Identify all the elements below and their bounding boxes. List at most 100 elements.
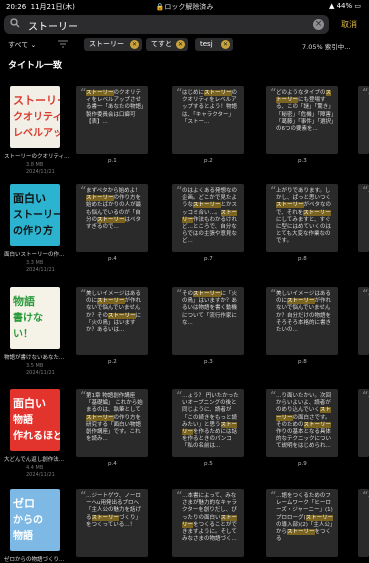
snippet-text: そのストーリーに「火の鳥」はいますか？あるいは物語を書く動機について「流行作家に… [182,291,238,326]
snippet-text: どのようなタイプのストーリーにも登場する、この「謎」「驚き」「秘密」「危機」「障… [276,90,334,133]
book-meta: 3.3 MB 2024/11/21 [26,260,55,274]
snippet-text: 美しいイメージはあるのにストーリーが作れないで悩んでいませんか？自分だけの物語を… [276,291,332,334]
book-date: 2024/11/21 [26,267,55,273]
book-name[interactable]: 面白いストーリーの作... [4,250,70,258]
book-cover[interactable]: ゼロ からの 物語 [10,489,60,551]
cover-title-line: ストーリー [13,210,60,221]
snippet-card[interactable]: “…り面いたかい。次回からいよいよ、読者がのめり込んでいくストーリーの面白さです… [266,389,338,457]
page-number: p.3 [298,158,307,164]
book-name[interactable]: ストーリーのクオリティ... [4,152,70,160]
cover-title-line: からの [13,515,43,526]
book-size: 3.3 MB [26,260,44,266]
book-cover[interactable]: ストーリーのクオリティをレベルアップ [10,86,60,148]
book-meta: 3.8 MB 2024/11/21 [26,162,55,176]
highlight-match: ストーリー [276,90,332,104]
snippet-card[interactable]: “はじめにストーリーのクオリティをレベルアップするとよう！物語は、「キャラクター… [172,86,244,154]
book-name[interactable]: 物語が書けないあなた... [4,353,70,361]
highlight-match: ストーリー [303,209,331,216]
page-number: p.4 [108,461,117,467]
book-cover[interactable]: 面白い 物語 作れるほど [10,389,60,451]
chip-remove-icon[interactable]: ✕ [221,40,230,49]
highlight-match: ストーリー [108,312,136,319]
snippet-text: …り面いたかい。次回からいよいよ、読者がのめり込んでいくストーリーの面白さです。… [276,393,332,450]
page-number: p.7 [204,256,213,262]
cover-title-line: 面白い [13,397,46,410]
snippet-card[interactable]: “美しいイメージはあるのにストーリーが作れないで悩んでいませんか？自分だけの物語… [266,287,338,355]
highlight-match: ストーリー [182,209,238,223]
snippet-card[interactable]: “…本書によって、みなさまが魅力的なキャラクターを創りだし、ぴったりの面白いスト… [172,489,244,557]
book-size: 4.4 MB [26,465,44,471]
snippet-text: 上がりであります。しかし、ぱっと思いつくストーリーがペタなので、それをストーリー… [276,188,332,245]
snippet-card[interactable]: “…語をつくるためのフレームワーク「ヒーローズ・ジャーニー」(1) プロローグ(… [266,489,338,557]
snippet-card[interactable]: “第1章 物語創作講座「基礎編」 これから始まるのは、執筆としてストーリーの作り… [76,389,148,457]
snippet-card[interactable]: “… [358,86,369,154]
cover-title-line: 物語 [13,295,35,308]
snippet-text: まずペタから始めよ！ストーリーの作り方を始めたばかりの人が最も悩んでいるのが「自… [86,188,142,231]
cover-title-line: の作り方 [13,226,53,237]
highlight-match: ストーリー [305,514,334,521]
chip-remove-icon[interactable]: ✕ [176,40,185,49]
snippet-text: 第1章 物語創作講座「基礎編」 これから始まるのは、執筆としてストーリーの作り方… [86,393,143,443]
page-number: p.2 [204,158,213,164]
cover-title-line: 書けな [13,313,43,324]
highlight-match: ストーリー [303,421,332,428]
cover-title-line: ゼロ [13,497,35,510]
highlight-match: ストーリー [91,514,120,521]
snippet-card[interactable]: “ストーリーのクオリティをレベルアップさせる書一「あなたの物語」製作委員会は口癖… [76,86,148,154]
highlight-match: ストーリー [182,514,238,528]
snippet-card[interactable]: “上がりであります。しかし、ぱっと思いつくストーリーがペタなので、それをストーリ… [266,184,338,252]
search-input[interactable]: ストーリー × [4,15,329,34]
chip-2[interactable]: tesj ✕ [195,38,233,51]
cover-title-line: レベルアップ [13,128,60,139]
snippet-card[interactable]: “まずペタから始めよ！ストーリーの作り方を始めたばかりの人が最も悩んでいるのが「… [76,184,148,252]
page-number: p.2 [108,359,117,365]
snippet-card[interactable]: “どのようなタイプのストーリーにも登場する、この「謎」「驚き」「秘密」「危機」「… [266,86,338,154]
highlight-match: ストーリー [287,529,315,536]
snippet-card[interactable]: “のはよくある発想なの企画。どこかで見たようなストーリーとかスッコミ合い…。スト… [172,184,244,252]
snippet-text: のはよくある発想なの企画。どこかで見たようなストーリーとかスッコミ合い…。ストー… [182,188,238,245]
snippet-card[interactable]: “そのストーリーに「火の鳥」はいますか？あるいは物語を書く動機について「流行作家… [172,287,244,355]
page-number: p.9 [298,461,307,467]
book-cover[interactable]: 物語 書けな い！ [10,287,60,349]
cancel-button[interactable]: 取消 [341,19,357,30]
book-date: 2024/11/21 [26,472,55,478]
search-query: ストーリー [28,22,78,33]
highlight-match: ストーリー [193,202,221,209]
page-number: p.4 [108,256,117,262]
chip-1[interactable]: てすと ✕ [146,38,188,51]
snippet-card[interactable]: “… [358,287,369,355]
book-date: 2024/11/21 [26,370,55,376]
filter-icon[interactable] [58,40,68,48]
snippet-text: 美しいイメージはあるのにストーリーが作れないで悩んでいませんか？そのストーリーに… [86,291,142,334]
snippet-card[interactable]: “…ょう？ 円いたかったいオープニングの後と同じように、読者が「この続きをもっと… [172,389,244,457]
highlight-match: ストーリー [86,414,114,421]
cover-title-line: ストーリーの [13,94,60,107]
snippet-card[interactable]: “美しいイメージはあるのにストーリーが作れないで悩んでいませんか？そのストーリー… [76,287,148,355]
snippet-card[interactable]: “… [358,184,369,252]
page-number: p.8 [298,256,307,262]
snippet-card[interactable]: “… [358,389,369,457]
cover-title-line: 物語 [13,531,33,542]
snippet-card[interactable]: “… [358,489,369,557]
snippet-text: ストーリーのクオリティをレベルアップさせる書一「あなたの物語」製作委員会は口癖可… [86,90,144,125]
clear-icon[interactable]: × [313,19,324,30]
indexing-progress: 7.05% 索引中... [302,43,351,51]
search-icon [10,18,20,28]
snippet-card[interactable]: “…ジートゲウ、ノーローヘu用発出るプロヘ「主人公の魅力を話げるストーリーづくり… [76,489,148,557]
cover-title-line: 面白い [13,192,46,205]
status-lock: 🔒ロック解除済み [155,3,214,11]
chip-remove-icon[interactable]: ✕ [130,40,139,49]
snippet-text: …本書によって、みなさまが魅力的なキャラクターを創りだし、ぴったりの面白いストー… [182,493,238,543]
page-number: p.8 [298,359,307,365]
cover-title-line: クオリティを [13,112,60,123]
highlight-match: ストーリー [276,202,304,209]
page-number: p.1 [108,158,117,164]
scope-dropdown[interactable]: すべて ⌄ [8,40,36,50]
snippet-text: …ジートゲウ、ノーローヘu用発出るプロヘ「主人公の魅力を話げるストーリーづくり」… [86,493,142,528]
snippet-text: はじめにストーリーのクオリティをレベルアップするとよう！物語は、「キャラクター」… [182,90,238,125]
book-name[interactable]: 大どんでん返し創作法... [4,455,70,463]
highlight-match: ストーリー [287,298,315,305]
book-meta: 4.4 MB 2024/11/21 [26,465,55,479]
chip-0[interactable]: ストーリー ✕ [84,38,142,51]
book-cover[interactable]: 面白いストーリーの作り方 [10,184,60,246]
